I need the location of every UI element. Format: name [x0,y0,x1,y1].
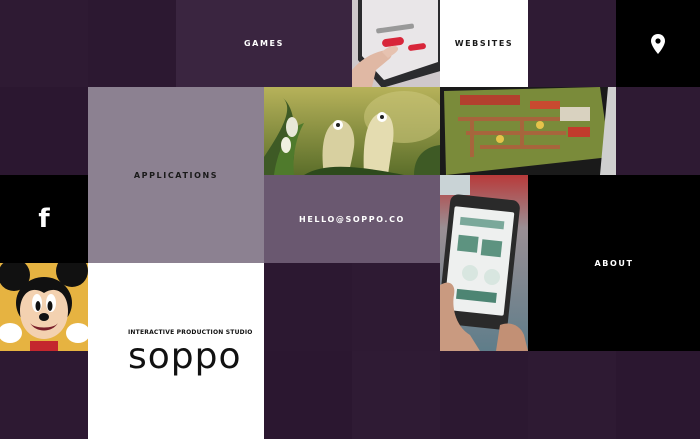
location-tile[interactable] [616,0,700,87]
app-phone-image[interactable] [440,175,528,351]
games-label: GAMES [244,39,284,48]
map-pin-icon [651,33,665,54]
tile-grid: GAMES WEBSITES APPLICATIONS f HELLO@SOPP… [0,0,700,439]
phone-game-illustration [440,87,616,175]
facebook-tile[interactable]: f [0,175,88,263]
mickey-illustration [0,263,88,351]
tablet-game-image[interactable] [352,0,440,87]
mobile-game-image[interactable] [440,87,616,175]
facebook-icon: f [38,204,50,234]
background-tile [0,0,88,87]
background-tile [528,0,616,87]
background-tile [88,0,176,87]
brand-tile[interactable]: INTERACTIVE PRODUCTION STUDIO soppo [88,263,264,439]
background-tile [528,351,616,439]
background-tile [264,263,352,351]
mickey-image[interactable] [0,263,88,351]
snail-game-image[interactable] [264,87,440,175]
websites-tile[interactable]: WEBSITES [440,0,528,87]
soppo-logo: soppo [128,335,242,377]
about-label: ABOUT [594,258,634,268]
email-link[interactable]: HELLO@SOPPO.CO [299,215,405,224]
games-tile[interactable]: GAMES [176,0,352,87]
background-tile [616,87,700,175]
background-tile [352,351,440,439]
background-tile [616,351,700,439]
background-tile [0,351,88,439]
about-tile[interactable]: ABOUT [528,175,700,351]
background-tile [264,351,352,439]
snail-illustration [264,87,440,175]
background-tile [0,87,88,175]
background-tile [352,263,440,351]
brand-tagline: INTERACTIVE PRODUCTION STUDIO [128,328,253,336]
applications-tile[interactable]: APPLICATIONS [88,87,264,263]
tablet-illustration [352,0,440,87]
hand-phone-illustration [440,175,528,351]
applications-label: APPLICATIONS [133,170,219,180]
websites-label: WEBSITES [454,39,514,48]
background-tile [440,351,528,439]
email-tile[interactable]: HELLO@SOPPO.CO [264,175,440,263]
